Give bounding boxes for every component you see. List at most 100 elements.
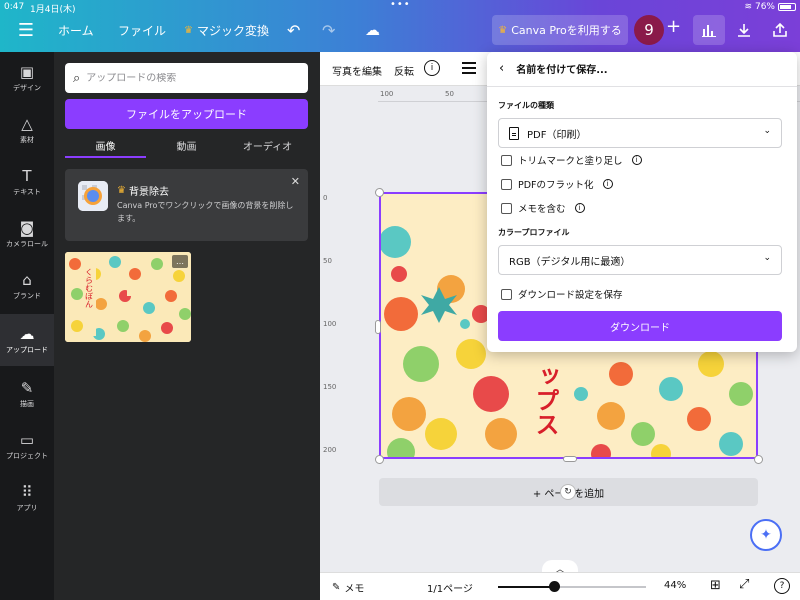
notes-label: メモ bbox=[344, 584, 365, 595]
download-button[interactable]: ダウンロード bbox=[498, 311, 782, 341]
upload-file-button[interactable]: ファイルをアップロード bbox=[65, 99, 308, 129]
rail-item-text[interactable]: T テキスト bbox=[0, 156, 54, 208]
camera-icon: ◙ bbox=[19, 218, 35, 237]
elements-icon: △ bbox=[21, 114, 33, 133]
background-remover-card[interactable]: ♛ 背景除去 Canva Proでワンクリックで画像の背景を削除します。 ✕ bbox=[65, 169, 308, 241]
add-collaborator-button[interactable]: + bbox=[666, 16, 681, 37]
file-type-value: PDF（印刷） bbox=[527, 129, 587, 141]
info-icon[interactable]: i bbox=[602, 179, 613, 189]
resize-handle[interactable] bbox=[375, 188, 384, 197]
text-icon: T bbox=[22, 166, 32, 185]
rail-label: ブランド bbox=[13, 291, 41, 300]
rail-item-design[interactable]: ▣ デザイン bbox=[0, 52, 54, 104]
back-chevron-icon[interactable]: ‹ bbox=[499, 61, 504, 76]
save-settings-checkbox[interactable]: ダウンロード設定を保存 bbox=[501, 287, 623, 301]
checkbox-box[interactable] bbox=[501, 178, 512, 190]
zoom-slider-knob[interactable] bbox=[549, 581, 561, 592]
design-icon: ▣ bbox=[19, 62, 35, 81]
ruler-tick: 50 bbox=[445, 90, 454, 98]
checkbox-box[interactable] bbox=[501, 202, 512, 214]
rail-item-camera-roll[interactable]: ◙ カメラロール bbox=[0, 208, 54, 260]
search-box[interactable]: ⌕ bbox=[65, 63, 308, 93]
notes-icon: ✎ bbox=[332, 582, 341, 593]
rail-item-projects[interactable]: ▭ プロジェクト bbox=[0, 420, 54, 472]
notes-button[interactable]: ✎ メモ bbox=[332, 580, 364, 595]
resize-handle[interactable] bbox=[563, 456, 577, 462]
rail-label: プロジェクト bbox=[6, 451, 48, 460]
info-icon[interactable]: i bbox=[424, 60, 440, 76]
trim-marks-checkbox[interactable]: トリムマークと塗り足し i bbox=[501, 153, 642, 167]
home-button[interactable]: ホーム bbox=[58, 14, 94, 46]
flatten-pdf-checkbox[interactable]: PDFのフラット化 i bbox=[501, 177, 613, 191]
resize-handle[interactable] bbox=[375, 320, 381, 334]
edit-photo-button[interactable]: 写真を編集 bbox=[332, 63, 382, 78]
design-title-text: ップス bbox=[531, 364, 559, 436]
ruler-tick: 200 bbox=[323, 446, 337, 454]
magic-assistant-icon[interactable]: ✦ bbox=[750, 519, 782, 551]
checkbox-box[interactable] bbox=[501, 154, 512, 166]
redo-icon[interactable]: ↷ bbox=[322, 14, 335, 46]
uploaded-image-thumbnail[interactable]: くらむぼん … bbox=[65, 252, 191, 342]
search-input[interactable] bbox=[86, 72, 287, 84]
info-icon[interactable]: i bbox=[631, 155, 642, 165]
document-icon bbox=[509, 126, 519, 140]
rotate-icon[interactable]: ↻ bbox=[560, 484, 576, 500]
rail-item-apps[interactable]: ⠿ アプリ bbox=[0, 472, 54, 524]
folder-icon: ▭ bbox=[19, 430, 35, 449]
checkbox-label: トリムマークと塗り足し bbox=[518, 156, 623, 167]
upload-panel: ⌕ ファイルをアップロード 画像 動画 オーディオ ♛ 背景除去 Canva bbox=[54, 52, 320, 600]
status-bar: 0:47 1月4日(木) ••• ≋ 76% bbox=[0, 0, 800, 15]
ruler-tick: 0 bbox=[323, 194, 328, 202]
flip-button[interactable]: 反転 bbox=[394, 63, 414, 78]
rail-item-brand[interactable]: ⌂ ブランド bbox=[0, 260, 54, 312]
upload-tabs: 画像 動画 オーディオ bbox=[65, 132, 308, 158]
more-menu-icon[interactable] bbox=[462, 62, 476, 74]
fullscreen-icon[interactable]: ⤢ bbox=[739, 577, 749, 592]
download-icon[interactable] bbox=[728, 15, 760, 45]
svg-text:くらむぼん: くらむぼん bbox=[85, 268, 94, 308]
insights-chart-icon[interactable] bbox=[693, 15, 725, 45]
ruler-tick: 100 bbox=[380, 90, 394, 98]
more-options-button[interactable]: … bbox=[172, 255, 188, 268]
file-menu-button[interactable]: ファイル bbox=[118, 14, 166, 46]
magic-switch-button[interactable]: ♛ マジック変換 bbox=[184, 14, 269, 46]
checkbox-box[interactable] bbox=[501, 288, 512, 300]
close-icon[interactable]: ✕ bbox=[291, 175, 300, 188]
avatar[interactable]: 9 bbox=[634, 15, 664, 45]
resize-handle[interactable] bbox=[375, 455, 384, 464]
canva-pro-button[interactable]: ♛ Canva Proを利用する bbox=[492, 15, 628, 45]
page-counter[interactable]: 1/1ページ bbox=[427, 580, 473, 595]
background-remover-thumbnail bbox=[78, 181, 108, 211]
draw-icon: ✎ bbox=[20, 378, 34, 397]
color-profile-select[interactable]: RGB（デジタル用に最適） ⌄ bbox=[498, 245, 782, 275]
resize-handle[interactable] bbox=[754, 455, 763, 464]
status-dots: ••• bbox=[390, 0, 411, 10]
zoom-slider[interactable] bbox=[498, 581, 646, 592]
tab-audio[interactable]: オーディオ bbox=[227, 132, 308, 158]
tab-images[interactable]: 画像 bbox=[65, 132, 146, 158]
rail-item-elements[interactable]: △ 素材 bbox=[0, 104, 54, 156]
include-notes-checkbox[interactable]: メモを含む i bbox=[501, 201, 585, 215]
crown-icon: ♛ bbox=[184, 24, 193, 36]
apps-icon: ⠿ bbox=[21, 482, 33, 501]
left-rail: ▣ デザイン △ 素材 T テキスト ◙ カメラロール ⌂ ブランド ☁ アップ… bbox=[0, 52, 54, 600]
info-icon[interactable]: i bbox=[574, 203, 585, 213]
rail-item-draw[interactable]: ✎ 描画 bbox=[0, 368, 54, 420]
grid-view-icon[interactable]: ⊞ bbox=[710, 578, 721, 593]
cloud-sync-icon[interactable]: ☁ bbox=[365, 14, 380, 46]
search-icon: ⌕ bbox=[73, 70, 81, 86]
file-type-select[interactable]: PDF（印刷） ⌄ bbox=[498, 118, 782, 148]
checkbox-label: ダウンロード設定を保存 bbox=[518, 290, 623, 301]
checkbox-label: メモを含む bbox=[518, 204, 566, 215]
dialog-header: ‹ 名前を付けて保存... bbox=[499, 61, 608, 76]
help-icon[interactable]: ? bbox=[774, 578, 790, 594]
share-icon[interactable] bbox=[764, 15, 796, 45]
tab-videos[interactable]: 動画 bbox=[146, 132, 227, 158]
download-arrow-icon bbox=[738, 24, 750, 37]
hamburger-icon[interactable]: ☰ bbox=[14, 14, 38, 46]
background-remover-description: Canva Proでワンクリックで画像の背景を削除します。 bbox=[117, 201, 294, 223]
rail-item-upload[interactable]: ☁ アップロード bbox=[0, 314, 54, 366]
rail-label: カメラロール bbox=[6, 239, 48, 248]
undo-icon[interactable]: ↶ bbox=[287, 14, 300, 46]
zoom-level[interactable]: 44% bbox=[664, 580, 686, 591]
